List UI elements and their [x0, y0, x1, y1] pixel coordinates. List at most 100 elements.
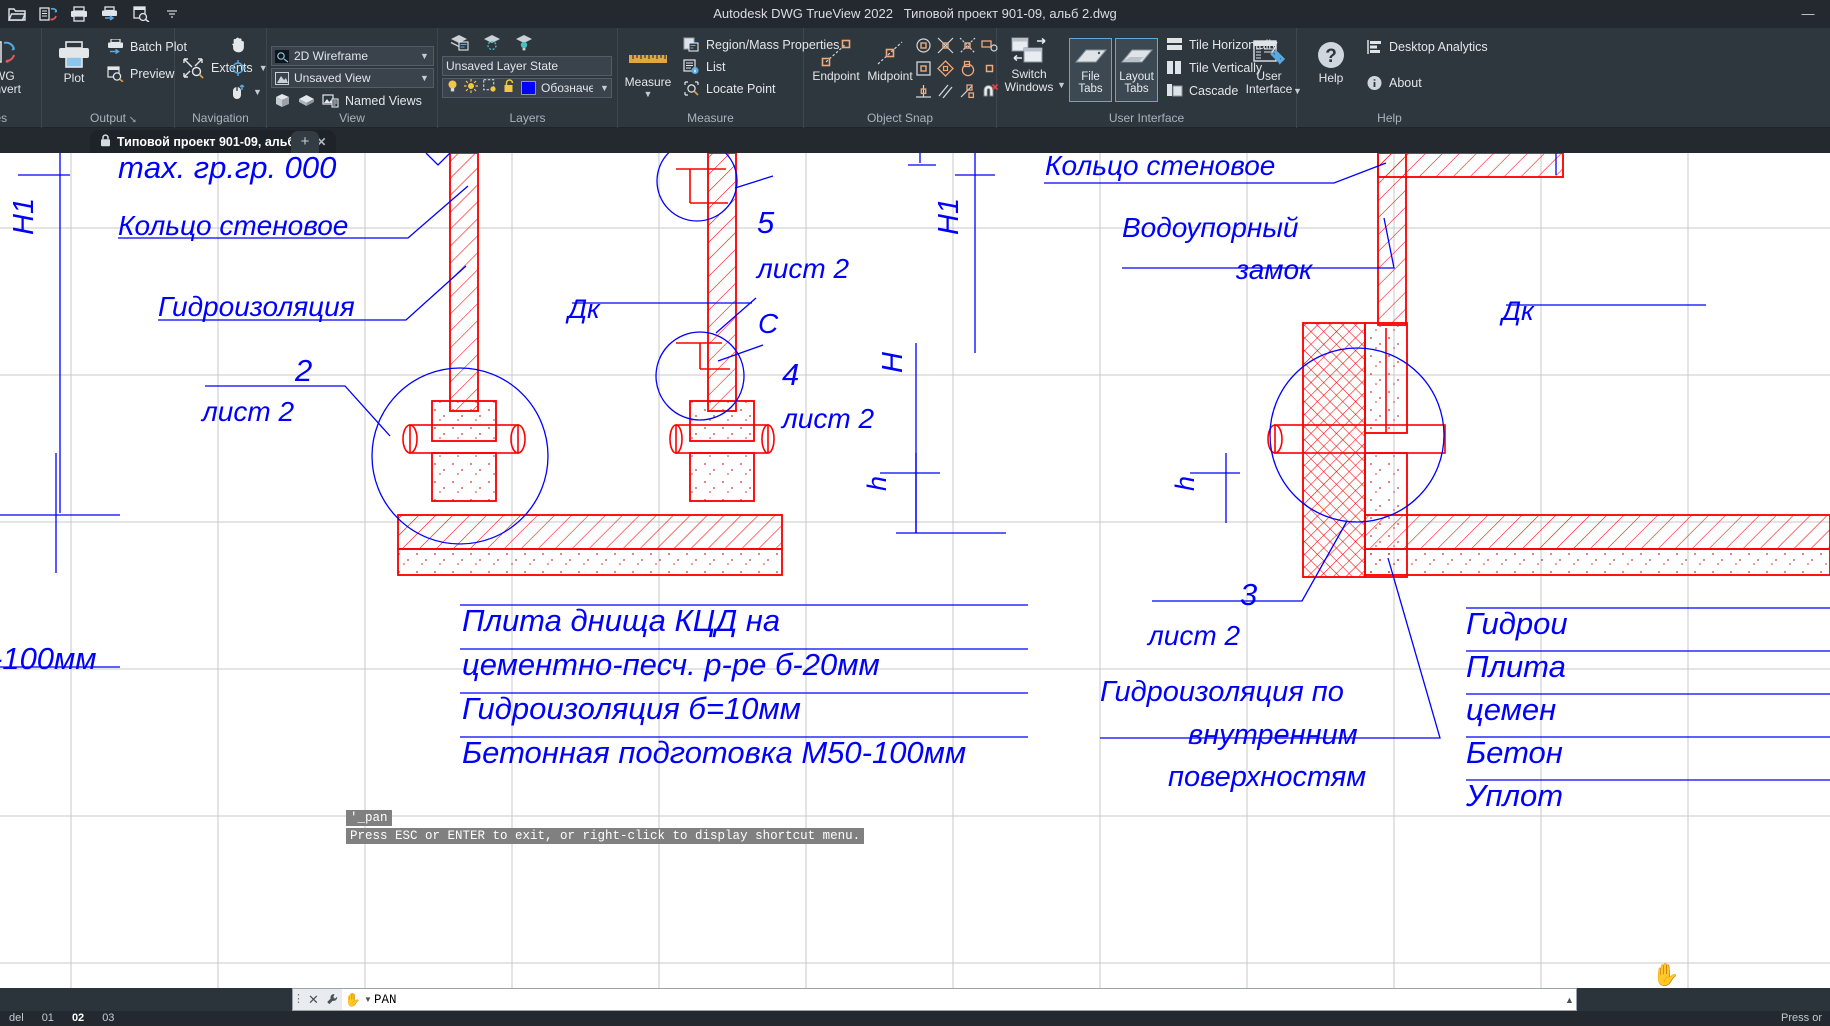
status-bar-right-text: Press or: [1781, 1011, 1822, 1026]
command-line-settings-icon[interactable]: [323, 989, 342, 1010]
visual-style-combo[interactable]: 2D Wireframe ▼: [271, 46, 434, 66]
current-layer-combo[interactable]: Обозначения ▼: [442, 78, 612, 98]
view-cube-button[interactable]: [271, 90, 291, 111]
current-layer-chevron-down-icon[interactable]: ▼: [598, 83, 611, 93]
preview-button[interactable]: Preview: [104, 63, 174, 84]
label-dk-right: Дк: [1499, 296, 1535, 326]
minimize-button[interactable]: —: [1790, 0, 1826, 28]
measure-button[interactable]: Measure ▼: [620, 42, 676, 99]
command-line-bar[interactable]: ⋮⋮ ✕ ✋ ▼ PAN ▲: [292, 988, 1577, 1011]
label-callout-3-num: 3: [1240, 577, 1257, 612]
label-plita-dnishcha: Плита днища КЦД на: [462, 603, 780, 638]
command-history-chevron-down-icon[interactable]: ▼: [364, 995, 374, 1004]
layout-tabs-toggle[interactable]: LayoutTabs: [1115, 38, 1158, 102]
label-callout-4-num: 4: [782, 357, 799, 392]
command-scroll-up-icon[interactable]: ▲: [1563, 995, 1576, 1005]
osnap-apparent-intersection-icon[interactable]: [956, 34, 978, 57]
osnap-quadrant-icon[interactable]: [934, 57, 956, 80]
title-bar: Autodesk DWG TrueView 2022 Типовой проек…: [0, 0, 1830, 28]
locate-point-button[interactable]: Locate Point: [680, 78, 776, 99]
label-poverhnostyam: поверхностям: [1168, 761, 1366, 793]
osnap-nearest-icon[interactable]: [956, 80, 978, 103]
view-preset-combo[interactable]: Unsaved View ▼: [271, 68, 434, 88]
user-interface-icon: [1241, 36, 1297, 70]
layer-on-icon[interactable]: [446, 79, 459, 98]
zoom-dropdown-icon[interactable]: ▼: [253, 87, 262, 97]
layout-tab-02[interactable]: 02: [63, 1011, 93, 1026]
layout-tab-03[interactable]: 03: [93, 1011, 123, 1026]
label-gidroizolyaciya-left: Гидроизоляция: [158, 291, 355, 322]
layer-properties-button[interactable]: [446, 32, 470, 53]
layer-vp-freeze-icon[interactable]: [483, 79, 498, 98]
switch-windows-dropdown-icon[interactable]: ▼: [1057, 80, 1066, 90]
ruler-icon: [620, 42, 676, 76]
locate-point-label: Locate Point: [706, 82, 776, 96]
about-label: About: [1389, 76, 1422, 90]
dwg-convert-large-icon: [0, 36, 28, 70]
label-c: С: [758, 308, 779, 339]
osnap-intersection-icon[interactable]: [934, 34, 956, 57]
list-button[interactable]: List: [680, 56, 725, 77]
osnap-perpendicular-icon[interactable]: [912, 80, 934, 103]
layer-unisolate-button[interactable]: [510, 32, 534, 53]
midpoint-label: Midpoint: [862, 70, 918, 83]
switch-windows-button[interactable]: SwitchWindows: [1001, 34, 1057, 93]
dwg-convert-button[interactable]: DWGConvert: [0, 36, 28, 95]
command-line-close-icon[interactable]: ✕: [304, 989, 323, 1010]
layer-color-swatch[interactable]: [521, 81, 536, 95]
ribbon-panel-output: Plot Batch Plot Preview Output ⭨: [42, 28, 175, 128]
preview-icon: [106, 65, 124, 83]
command-line-grip[interactable]: ⋮⋮: [293, 989, 304, 1010]
file-tabs-toggle[interactable]: File Tabs: [1069, 38, 1112, 102]
osnap-node-icon[interactable]: [912, 57, 934, 80]
about-info-icon: [1365, 74, 1383, 92]
user-interface-button[interactable]: UserInterface: [1241, 36, 1297, 95]
cascade-button[interactable]: Cascade: [1163, 80, 1238, 101]
label-cementno-peschanyy: цементно-песч. р-ре б-20мм: [462, 647, 880, 682]
ucs-icon-button[interactable]: [295, 90, 315, 111]
layer-thaw-icon[interactable]: [464, 79, 478, 98]
label-h-mid: Н: [877, 352, 909, 373]
layout-tab-model[interactable]: del: [0, 1011, 33, 1026]
zoom-scroll-button[interactable]: ▼: [227, 81, 262, 102]
output-dialog-launcher[interactable]: ⭨: [130, 115, 137, 126]
layer-unlock-icon[interactable]: [503, 79, 516, 98]
osnap-tangent-icon[interactable]: [956, 57, 978, 80]
layout-tabs-label: LayoutTabs: [1116, 71, 1157, 95]
layer-isolate-button[interactable]: [478, 32, 502, 53]
label-callout-3-sheet: лист 2: [1146, 620, 1240, 651]
switch-windows-icon: [1001, 34, 1057, 68]
help-button[interactable]: ? Help: [1303, 38, 1359, 85]
batch-plot-icon: [106, 38, 124, 56]
osnap-parallel-icon[interactable]: [934, 80, 956, 103]
named-views-button[interactable]: Named Views: [319, 90, 422, 111]
label-callout-2-num: 2: [294, 353, 312, 388]
command-prompt-text[interactable]: PAN: [374, 993, 1563, 1007]
visual-style-chevron-down-icon[interactable]: ▼: [418, 51, 431, 61]
help-icon: ?: [1303, 38, 1359, 72]
dwg-convert-label: DWGConvert: [0, 70, 28, 95]
region-mass-icon: [682, 36, 700, 54]
layer-state-combo[interactable]: Unsaved Layer State: [442, 56, 612, 76]
measure-dropdown-icon[interactable]: ▼: [620, 89, 676, 99]
plot-button[interactable]: Plot: [46, 38, 102, 85]
pan-button[interactable]: [227, 33, 247, 54]
orbit-button[interactable]: [227, 57, 247, 78]
new-tab-button[interactable]: +: [291, 131, 319, 153]
named-views-icon: [321, 92, 339, 110]
panel-title-layers: Layers: [438, 110, 617, 127]
drawing-canvas[interactable]: max. гр.гр. 000 Н1 Кольцо стеновое Гидро…: [0, 153, 1830, 988]
osnap-center-icon[interactable]: [912, 34, 934, 57]
label-gidroizolyaciya-10mm: Гидроизоляция б=10мм: [462, 691, 801, 726]
cad-drawing: max. гр.гр. 000 Н1 Кольцо стеновое Гидро…: [0, 153, 1830, 988]
annotation-geometry: [0, 153, 1830, 780]
desktop-analytics-button[interactable]: Desktop Analytics: [1363, 36, 1488, 57]
layout-tab-01[interactable]: 01: [33, 1011, 63, 1026]
about-button[interactable]: About: [1363, 72, 1422, 93]
layer-properties-icon: [448, 34, 470, 52]
view-preset-chevron-down-icon[interactable]: ▼: [418, 73, 431, 83]
label-vodoupornyy: Водоупорный: [1122, 212, 1299, 243]
osnap-endpoint-button[interactable]: Endpoint: [808, 36, 864, 83]
osnap-midpoint-button[interactable]: Midpoint: [862, 36, 918, 83]
extents-button[interactable]: Extents ▼: [179, 57, 268, 78]
